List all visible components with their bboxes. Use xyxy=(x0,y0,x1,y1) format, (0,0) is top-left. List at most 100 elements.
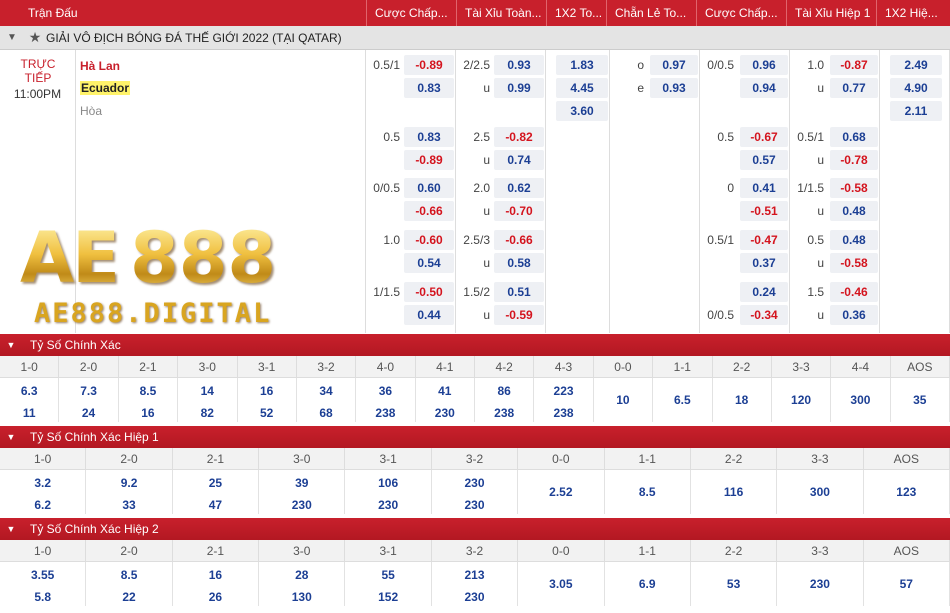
hcap-odd-away[interactable]: -0.89 xyxy=(404,150,454,170)
odds-top[interactable]: 16 xyxy=(238,384,296,398)
score-odds-cell[interactable]: 10 xyxy=(594,378,654,422)
score-odds-cell[interactable]: 25 47 xyxy=(173,470,260,514)
h1-hcap-home[interactable]: 0.41 xyxy=(740,178,788,198)
ou-odd-over[interactable]: -0.66 xyxy=(494,230,544,250)
h1-hcap-home[interactable]: 0.24 xyxy=(740,282,788,302)
odds-top[interactable]: 8.5 xyxy=(119,384,177,398)
home-team[interactable]: Hà Lan xyxy=(80,59,120,73)
odds-top[interactable]: 34 xyxy=(297,384,355,398)
odds-bottom[interactable]: 82 xyxy=(178,406,236,420)
hcap-odd-home[interactable]: -0.89 xyxy=(404,55,454,75)
hcap-odd-away[interactable]: -0.66 xyxy=(404,201,454,221)
odds-bottom[interactable]: 230 xyxy=(432,498,517,512)
ou-odd-under[interactable]: -0.59 xyxy=(494,305,544,325)
odds-bottom[interactable]: 230 xyxy=(259,498,344,512)
score-odds-cell[interactable]: 6.5 xyxy=(653,378,713,422)
h1-hcap-away[interactable]: 0.57 xyxy=(740,150,788,170)
hcap-odd-home[interactable]: 0.83 xyxy=(404,127,454,147)
odds-bottom[interactable]: 22 xyxy=(86,590,171,604)
ou-odd-under[interactable]: 0.74 xyxy=(494,150,544,170)
section-cs_h1[interactable]: ▼ Tỷ Số Chính Xác Hiệp 1 xyxy=(0,426,950,448)
h1-hcap-away[interactable]: 0.94 xyxy=(740,78,788,98)
x12-h1-home[interactable]: 2.49 xyxy=(890,55,942,75)
x12-away[interactable]: 4.45 xyxy=(556,78,608,98)
league-row[interactable]: ▼ ★ GIẢI VÔ ĐỊCH BÓNG ĐÁ THẾ GIỚI 2022 (… xyxy=(0,26,950,50)
oe-even[interactable]: 0.93 xyxy=(650,78,698,98)
odds-bottom[interactable]: 230 xyxy=(416,406,474,420)
score-odds-cell[interactable]: 6.3 11 xyxy=(0,378,60,422)
collapse-chevron-icon[interactable]: ▼ xyxy=(0,432,22,442)
away-team[interactable]: Ecuador xyxy=(80,81,131,95)
h1-ou-over[interactable]: -0.46 xyxy=(830,282,878,302)
odds-top[interactable]: 28 xyxy=(259,568,344,582)
score-odds-cell[interactable]: 41 230 xyxy=(416,378,475,422)
odds-bottom[interactable]: 11 xyxy=(0,406,58,420)
hcap-odd-home[interactable]: 0.60 xyxy=(404,178,454,198)
score-odds-cell[interactable]: 28 130 xyxy=(259,562,346,606)
odds-bottom[interactable]: 68 xyxy=(297,406,355,420)
score-odds-cell[interactable]: 213 230 xyxy=(432,562,519,606)
score-odds-cell[interactable]: 3.2 6.2 xyxy=(0,470,87,514)
score-odds-cell[interactable]: 7.3 24 xyxy=(59,378,119,422)
h1-ou-over[interactable]: 0.68 xyxy=(830,127,878,147)
x12-h1-away[interactable]: 4.90 xyxy=(890,78,942,98)
odds-top[interactable]: 36 xyxy=(356,384,414,398)
x12-draw[interactable]: 3.60 xyxy=(556,101,608,121)
x12-home[interactable]: 1.83 xyxy=(556,55,608,75)
score-odds-cell[interactable]: 16 52 xyxy=(238,378,297,422)
section-cs_full[interactable]: ▼ Tỷ Số Chính Xác xyxy=(0,334,950,356)
odds-top[interactable]: 213 xyxy=(432,568,517,582)
collapse-chevron-icon[interactable]: ▼ xyxy=(0,340,22,350)
odds-single[interactable]: 300 xyxy=(831,393,889,407)
h1-ou-under[interactable]: 0.48 xyxy=(830,201,878,221)
odds-top[interactable]: 106 xyxy=(345,476,430,490)
h1-ou-over[interactable]: -0.58 xyxy=(830,178,878,198)
odds-single[interactable]: 116 xyxy=(691,485,776,499)
score-odds-cell[interactable]: 16 26 xyxy=(173,562,260,606)
h1-hcap-home[interactable]: 0.96 xyxy=(740,55,788,75)
score-odds-cell[interactable]: 35 xyxy=(891,378,950,422)
odds-single[interactable]: 3.05 xyxy=(518,577,603,591)
odds-top[interactable]: 7.3 xyxy=(59,384,117,398)
h1-ou-under[interactable]: 0.36 xyxy=(830,305,878,325)
odds-top[interactable]: 14 xyxy=(178,384,236,398)
odds-single[interactable]: 6.9 xyxy=(605,577,690,591)
score-odds-cell[interactable]: 55 152 xyxy=(345,562,432,606)
h1-hcap-away[interactable]: -0.34 xyxy=(740,305,788,325)
score-odds-cell[interactable]: 3.05 xyxy=(518,562,605,606)
odds-single[interactable]: 300 xyxy=(777,485,862,499)
odds-top[interactable]: 9.2 xyxy=(86,476,171,490)
odds-bottom[interactable]: 238 xyxy=(475,406,533,420)
odds-top[interactable]: 41 xyxy=(416,384,474,398)
score-odds-cell[interactable]: 3.55 5.8 xyxy=(0,562,87,606)
h1-hcap-home[interactable]: -0.67 xyxy=(740,127,788,147)
score-odds-cell[interactable]: 106 230 xyxy=(345,470,432,514)
score-odds-cell[interactable]: 53 xyxy=(691,562,778,606)
score-odds-cell[interactable]: 116 xyxy=(691,470,778,514)
odds-single[interactable]: 2.52 xyxy=(518,485,603,499)
odds-bottom[interactable]: 238 xyxy=(356,406,414,420)
h1-ou-over[interactable]: 0.48 xyxy=(830,230,878,250)
h1-ou-under[interactable]: 0.77 xyxy=(830,78,878,98)
odds-bottom[interactable]: 238 xyxy=(534,406,592,420)
score-odds-cell[interactable]: 123 xyxy=(864,470,950,514)
odds-bottom[interactable]: 5.8 xyxy=(0,590,85,604)
oe-odd[interactable]: 0.97 xyxy=(650,55,698,75)
h1-hcap-away[interactable]: -0.51 xyxy=(740,201,788,221)
odds-bottom[interactable]: 230 xyxy=(345,498,430,512)
ou-odd-over[interactable]: 0.93 xyxy=(494,55,544,75)
score-odds-cell[interactable]: 230 xyxy=(777,562,864,606)
odds-single[interactable]: 6.5 xyxy=(653,393,711,407)
score-odds-cell[interactable]: 230 230 xyxy=(432,470,519,514)
odds-single[interactable]: 18 xyxy=(713,393,771,407)
score-odds-cell[interactable]: 39 230 xyxy=(259,470,346,514)
odds-bottom[interactable]: 52 xyxy=(238,406,296,420)
score-odds-cell[interactable]: 300 xyxy=(777,470,864,514)
odds-bottom[interactable]: 230 xyxy=(432,590,517,604)
odds-bottom[interactable]: 16 xyxy=(119,406,177,420)
odds-top[interactable]: 6.3 xyxy=(0,384,58,398)
odds-single[interactable]: 120 xyxy=(772,393,830,407)
hcap-odd-away[interactable]: 0.44 xyxy=(404,305,454,325)
score-odds-cell[interactable]: 36 238 xyxy=(356,378,416,422)
hcap-odd-away[interactable]: 0.54 xyxy=(404,253,454,273)
